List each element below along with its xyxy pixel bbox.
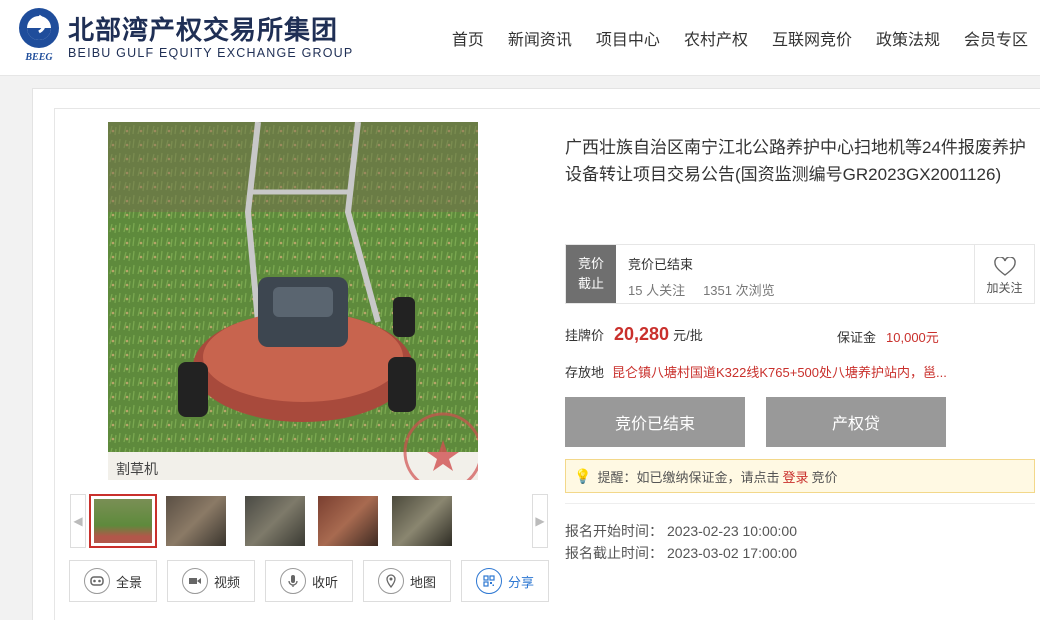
video-icon [181,568,208,594]
video-button[interactable]: 视频 [167,560,255,602]
nav-policies[interactable]: 政策法规 [876,26,940,50]
thumbnail-image [245,496,305,546]
thumbnail-next-button[interactable]: ▶ [532,494,548,548]
signup-end-value: 2023-03-02 17:00:00 [667,545,797,561]
location-value: 昆仑镇八塘村国道K322线K765+500处八塘养护站内，邕... [612,365,947,380]
nav-news[interactable]: 新闻资讯 [508,26,572,50]
deposit-row: 保证金 10,000元 [837,327,939,346]
share-label: 分享 [507,574,534,590]
logo-title-cn[interactable]: 北部湾产权交易所集团 [68,10,338,47]
bidding-ended-button[interactable]: 竞价已结束 [565,397,745,447]
followers-count: 15 人关注 [628,283,686,298]
heart-icon [993,257,1016,276]
thumbnail-prev-button[interactable]: ◀ [70,494,86,548]
price-unit: 元/批 [673,328,703,343]
qrcode-icon [475,568,502,594]
chevron-left-icon: ◀ [73,514,83,528]
signup-start-label: 报名开始时间： [565,523,663,539]
thumbnail-2[interactable] [166,496,226,546]
map-pin-icon [377,568,404,594]
thumbnail-image [318,496,378,546]
views-count: 1351 次浏览 [703,283,775,298]
microphone-icon [279,568,306,594]
bidding-status-box: 竞价 截止 竞价已结束 15 人关注 1351 次浏览 加关注 [565,244,1035,304]
vr-icon [83,568,110,594]
share-button[interactable]: 分享 [461,560,549,602]
panorama-label: 全景 [115,574,142,590]
location-label: 存放地 [565,365,605,380]
deposit-value: 10,000元 [886,330,939,345]
lightbulb-icon: 💡 [574,467,592,484]
listen-label: 收听 [311,574,338,590]
project-title: 广西壮族自治区南宁江北公路养护中心扫地机等24件报废养护设备转让项目交易公告(国… [565,138,1026,184]
site-header: BEEG 北部湾产权交易所集团 BEIBU GULF EQUITY EXCHAN… [0,0,1040,76]
thumbnail-5[interactable] [392,496,452,546]
nav-online-bidding[interactable]: 互联网竞价 [772,26,852,50]
photo-caption: 割草机 [116,461,158,478]
thumbnail-3[interactable] [245,496,305,546]
price-row: 挂牌价 20,280 元/批 [565,324,703,345]
login-reminder: 💡 提醒：如已缴纳保证金，请点击 登录 竞价 [565,459,1035,493]
nav-members[interactable]: 会员专区 [964,26,1028,50]
chevron-right-icon: ▶ [535,514,545,528]
follow-button[interactable]: 加关注 [974,245,1034,303]
reminder-suffix: 竞价 [811,469,838,485]
price-value: 20,280 [614,324,670,344]
map-button[interactable]: 地图 [363,560,451,602]
deposit-label: 保证金 [837,330,877,345]
map-label: 地图 [409,574,436,590]
logo-mark-text: BEEG [24,52,53,62]
status-text: 竞价已结束 [628,257,694,272]
nav-projects[interactable]: 项目中心 [596,26,660,50]
signup-start-value: 2023-02-23 10:00:00 [667,523,797,539]
login-link[interactable]: 登录 [782,467,808,486]
signup-end-row: 报名截止时间： 2023-03-02 17:00:00 [565,543,797,563]
nav-home[interactable]: 首页 [452,26,484,50]
status-meta: 15 人关注 1351 次浏览 [628,280,775,299]
status-badge: 竞价 截止 [566,245,616,303]
listen-button[interactable]: 收听 [265,560,353,602]
main-photo[interactable]: 割草机 [108,122,478,480]
reminder-text: 提醒：如已缴纳保证金，请点击 [597,469,780,485]
divider [565,503,1035,504]
main-nav: 首页 新闻资讯 项目中心 农村产权 互联网竞价 政策法规 会员专区 [428,26,1028,50]
location-row: 存放地 昆仑镇八塘村国道K322线K765+500处八塘养护站内，邕... [565,362,1035,381]
lawn-mower-image: 割草机 [108,122,478,480]
video-label: 视频 [213,574,240,590]
status-badge-line-1: 竞价 [577,256,604,271]
signup-end-label: 报名截止时间： [565,545,663,561]
panorama-button[interactable]: 全景 [69,560,157,602]
thumbnail-4[interactable] [318,496,378,546]
status-badge-line-2: 截止 [577,276,604,291]
thumbnail-image [392,496,452,546]
property-loan-button[interactable]: 产权贷 [766,397,946,447]
logo-title-en: BEIBU GULF EQUITY EXCHANGE GROUP [68,46,354,60]
beeg-logo-icon[interactable]: BEEG [16,6,62,62]
signup-start-row: 报名开始时间： 2023-02-23 10:00:00 [565,521,797,541]
thumbnail-1[interactable] [89,494,157,548]
price-label: 挂牌价 [565,328,605,343]
follow-label: 加关注 [986,281,1023,295]
thumbnail-image [94,499,152,543]
thumbnail-image [166,496,226,546]
nav-rural-property[interactable]: 农村产权 [684,26,748,50]
